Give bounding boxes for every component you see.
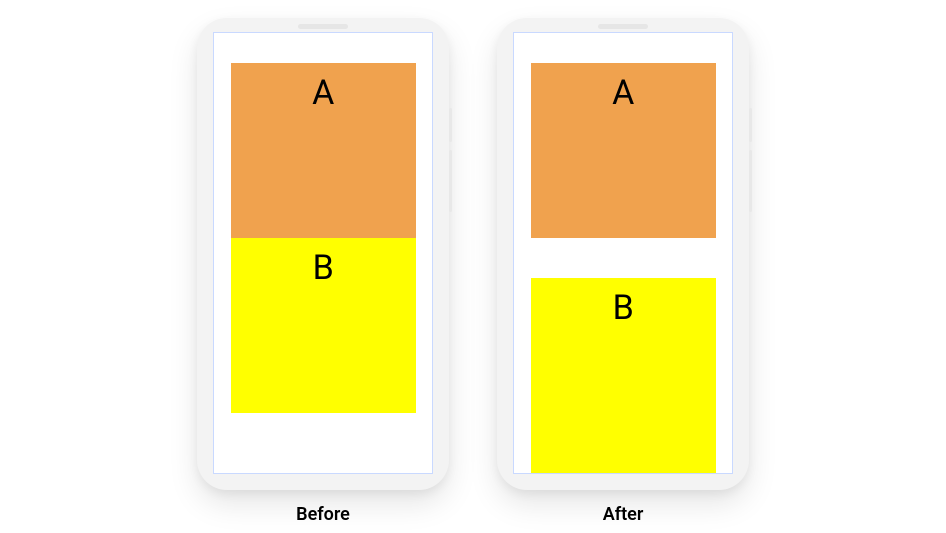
layout-box-a: A (231, 63, 416, 238)
panel-after: A B After (497, 18, 749, 525)
phone-mockup-after: A B (497, 18, 749, 490)
phone-side-button (449, 150, 452, 212)
layout-box-a: A (531, 63, 716, 238)
panel-caption-after: After (603, 504, 644, 525)
panel-before: A B Before (197, 18, 449, 525)
layout-box-b: B (531, 278, 716, 474)
phone-mockup-before: A B (197, 18, 449, 490)
phone-side-button (449, 108, 452, 142)
phone-side-button (749, 150, 752, 212)
panel-caption-before: Before (296, 504, 350, 525)
diagram-stage: A B Before A B After (0, 0, 946, 533)
phone-screen-before: A B (213, 32, 433, 474)
phone-side-button (749, 108, 752, 142)
layout-box-b: B (231, 238, 416, 413)
phone-screen-after: A B (513, 32, 733, 474)
